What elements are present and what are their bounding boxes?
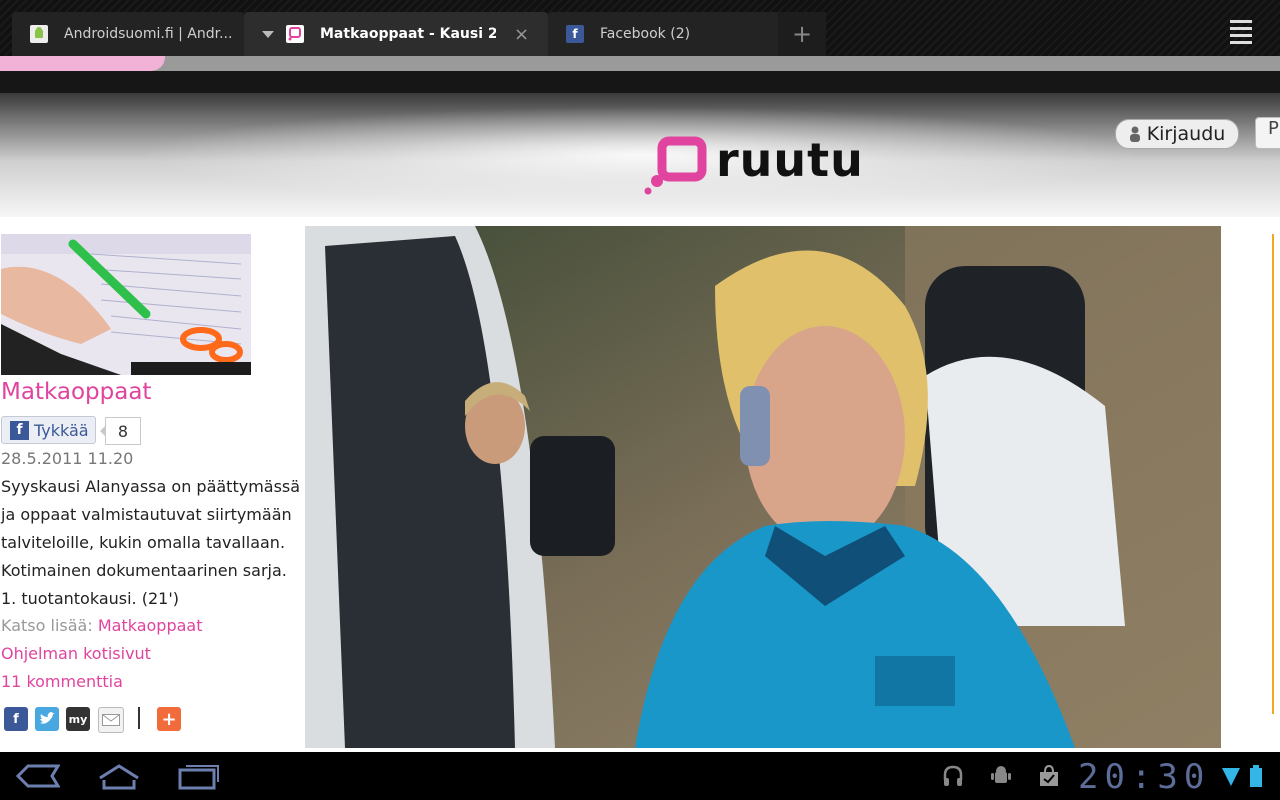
close-tab-icon[interactable]: × <box>514 24 529 45</box>
tab-facebook[interactable]: f Facebook (2) <box>548 12 780 56</box>
site-header: ruutu Kirjaudu P <box>0 93 1280 217</box>
tab-label: Androidsuomi.fi | Andr... <box>64 26 233 42</box>
new-tab-button[interactable]: + <box>778 12 826 56</box>
facebook-share-icon[interactable]: f <box>4 707 28 731</box>
login-button[interactable]: Kirjaudu <box>1115 119 1239 149</box>
menu-icon[interactable] <box>1226 16 1256 46</box>
android-favicon-icon <box>30 25 48 43</box>
see-more-link[interactable]: Matkaoppaat <box>98 616 203 635</box>
like-count: 8 <box>100 417 141 445</box>
user-icon <box>1129 126 1140 142</box>
back-icon[interactable] <box>14 760 60 792</box>
facebook-icon: f <box>10 420 29 440</box>
web-page: ruutu Kirjaudu P Matkaoppaat f Tykkää 8 … <box>0 71 1280 752</box>
video-player[interactable] <box>305 226 1221 748</box>
program-description: Syyskausi Alanyassa on päättymässä ja op… <box>1 477 301 608</box>
tab-matkaoppaat[interactable]: Matkaoppaat - Kausi 2 ... × <box>244 12 548 56</box>
login-label: Kirjaudu <box>1146 123 1226 145</box>
see-more-prefix: Katso lisää: <box>1 616 93 635</box>
facebook-favicon-icon: f <box>566 25 584 43</box>
tab-label: Facebook (2) <box>600 26 691 42</box>
tab-androidsuomi[interactable]: Androidsuomi.fi | Andr... <box>12 12 244 56</box>
home-icon[interactable] <box>96 760 142 792</box>
shopping-bag-icon <box>1040 764 1058 786</box>
android-debug-icon <box>991 766 1011 783</box>
video-frame-image <box>305 226 1221 748</box>
ruutu-logo[interactable]: ruutu <box>644 133 864 197</box>
program-homepage-link[interactable]: Ohjelman kotisivut <box>1 644 151 663</box>
tab-dropdown-icon[interactable] <box>262 30 274 38</box>
twitter-share-icon[interactable] <box>35 707 59 731</box>
publish-date: 28.5.2011 11.20 <box>1 449 134 468</box>
wifi-icon <box>1222 768 1240 786</box>
logo-wordmark: ruutu <box>716 133 864 187</box>
more-share-icon[interactable]: + <box>157 707 181 731</box>
comments-link[interactable]: 11 kommenttia <box>1 672 123 691</box>
battery-icon <box>1250 765 1262 787</box>
myspace-share-icon[interactable]: my <box>66 707 90 731</box>
browser-tab-bar: Androidsuomi.fi | Andr... Matkaoppaat - … <box>0 0 1280 56</box>
partial-header-button[interactable]: P <box>1255 117 1280 149</box>
system-clock: 20:30 <box>1078 757 1211 797</box>
email-share-icon[interactable] <box>98 707 124 733</box>
headphones-icon <box>943 765 963 786</box>
like-label: Tykkää <box>34 420 89 440</box>
tab-label: Matkaoppaat - Kausi 2 ... <box>320 26 496 42</box>
system-bar: 20:30 <box>0 752 1280 800</box>
ruutu-logo-icon <box>644 136 707 195</box>
program-thumbnail[interactable] <box>1 234 251 375</box>
recent-apps-icon[interactable] <box>176 760 222 792</box>
program-title[interactable]: Matkaoppaat <box>1 379 151 405</box>
ruutu-favicon-icon <box>286 25 304 43</box>
see-more-line: Katso lisää: Matkaoppaat <box>1 616 202 635</box>
page-top-strip <box>0 56 1280 71</box>
facebook-like-button[interactable]: f Tykkää <box>1 416 96 444</box>
